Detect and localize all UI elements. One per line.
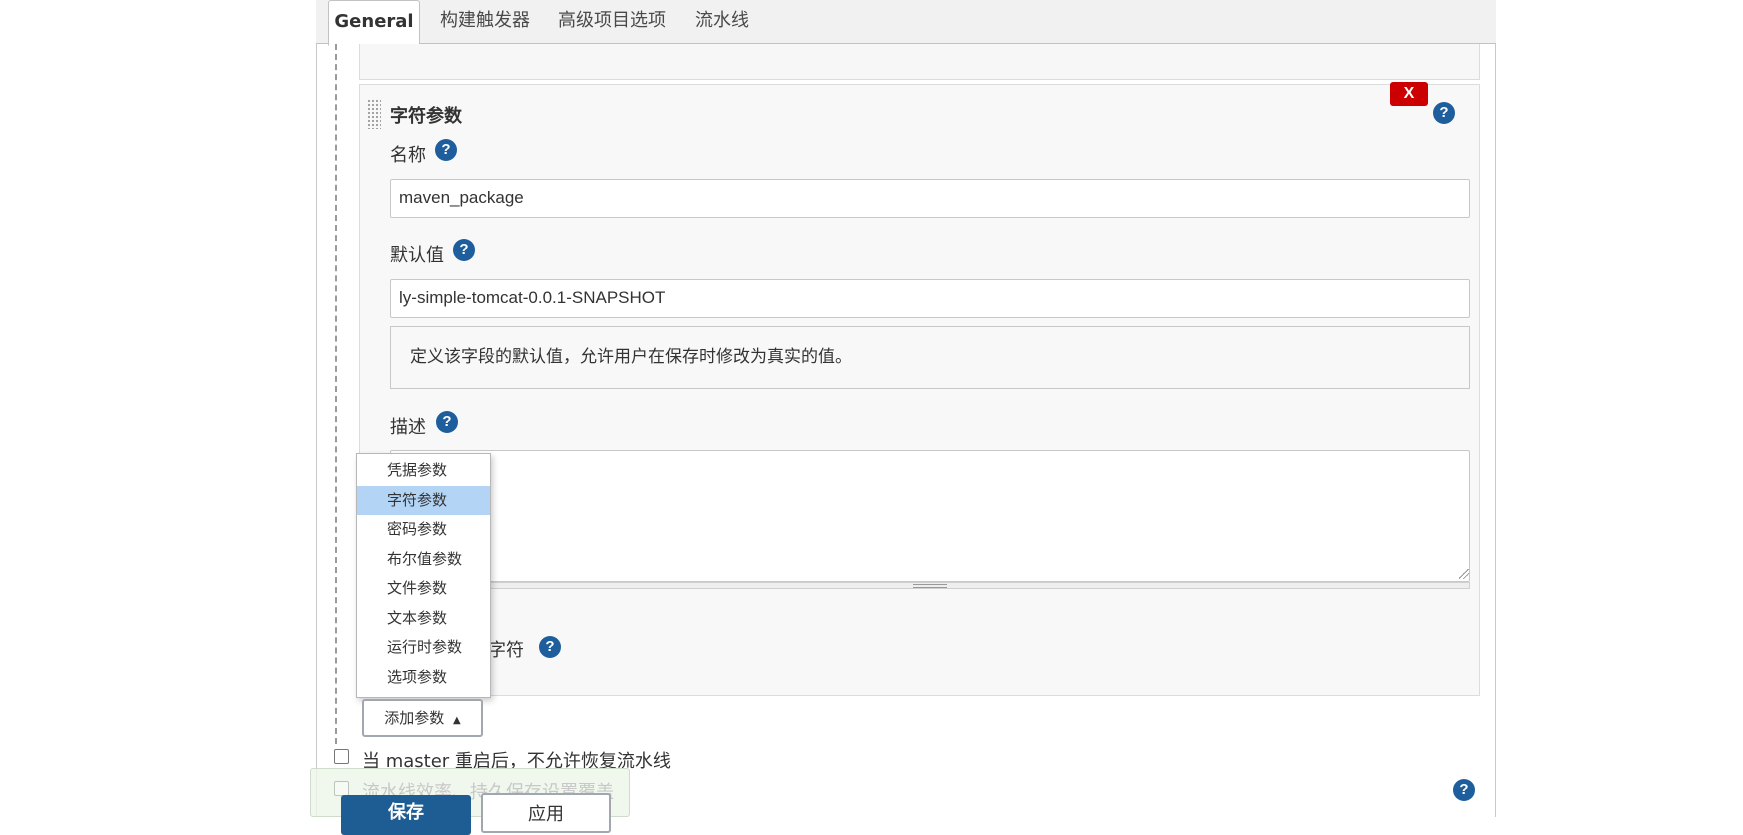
default-value-label: 默认值 — [390, 245, 444, 266]
menu-item-string-parameter[interactable]: 字符参数 — [357, 486, 490, 515]
trim-string-label: 字符 — [488, 640, 524, 661]
pipeline-efficiency-checkbox[interactable] — [334, 781, 349, 796]
default-value-input[interactable]: ly-simple-tomcat-0.0.1-SNAPSHOT — [390, 279, 1470, 318]
tab-general[interactable]: General — [328, 0, 420, 46]
add-parameter-menu: 凭据参数 字符参数 密码参数 布尔值参数 文件参数 文本参数 运行时参数 选项参… — [356, 453, 491, 698]
name-input[interactable]: maven_package — [390, 179, 1470, 218]
apply-button[interactable]: 应用 — [481, 793, 611, 833]
menu-item-text-parameter[interactable]: 文本参数 — [357, 604, 490, 633]
textarea-resize-icon[interactable] — [1459, 569, 1469, 579]
caret-up-icon: ▲ — [453, 715, 461, 726]
default-value-help-icon[interactable]: ? — [453, 239, 475, 261]
menu-item-run-parameter[interactable]: 运行时参数 — [357, 633, 490, 662]
default-value-help-text: 定义该字段的默认值，允许用户在保存时修改为真实的值。 — [390, 326, 1470, 389]
trim-string-help-icon[interactable]: ? — [539, 636, 561, 658]
resume-pipeline-checkbox[interactable] — [334, 749, 349, 764]
tab-advanced-options[interactable]: 高级项目选项 — [558, 0, 666, 44]
delete-parameter-button[interactable]: X — [1390, 82, 1428, 106]
string-parameter-block — [359, 84, 1480, 696]
tab-pipeline[interactable]: 流水线 — [695, 0, 749, 44]
save-button[interactable]: 保存 — [341, 795, 471, 835]
description-help-icon[interactable]: ? — [436, 411, 458, 433]
description-label: 描述 — [390, 417, 426, 438]
nesting-guide-line — [335, 44, 337, 744]
help-icon-bottom[interactable]: ? — [1453, 779, 1475, 801]
add-parameter-button-label: 添加参数 — [384, 709, 445, 727]
name-label: 名称 — [390, 145, 426, 166]
tab-build-triggers[interactable]: 构建触发器 — [440, 0, 530, 44]
menu-item-password-parameter[interactable]: 密码参数 — [357, 515, 490, 544]
resize-grip-icon[interactable] — [913, 584, 947, 588]
name-help-icon[interactable]: ? — [435, 139, 457, 161]
description-textarea[interactable] — [390, 450, 1470, 582]
drag-handle-icon[interactable] — [367, 99, 381, 129]
help-icon[interactable]: ? — [1433, 102, 1455, 124]
parameter-block-title: 字符参数 — [390, 106, 462, 127]
menu-item-file-parameter[interactable]: 文件参数 — [357, 574, 490, 603]
tab-bar: General 构建触发器 高级项目选项 流水线 — [316, 0, 1496, 46]
previous-parameter-block — [359, 44, 1480, 80]
menu-item-credentials-parameter[interactable]: 凭据参数 — [357, 456, 490, 485]
add-parameter-button[interactable]: 添加参数 ▲ — [362, 699, 483, 737]
menu-item-boolean-parameter[interactable]: 布尔值参数 — [357, 545, 490, 574]
menu-item-choice-parameter[interactable]: 选项参数 — [357, 663, 490, 692]
